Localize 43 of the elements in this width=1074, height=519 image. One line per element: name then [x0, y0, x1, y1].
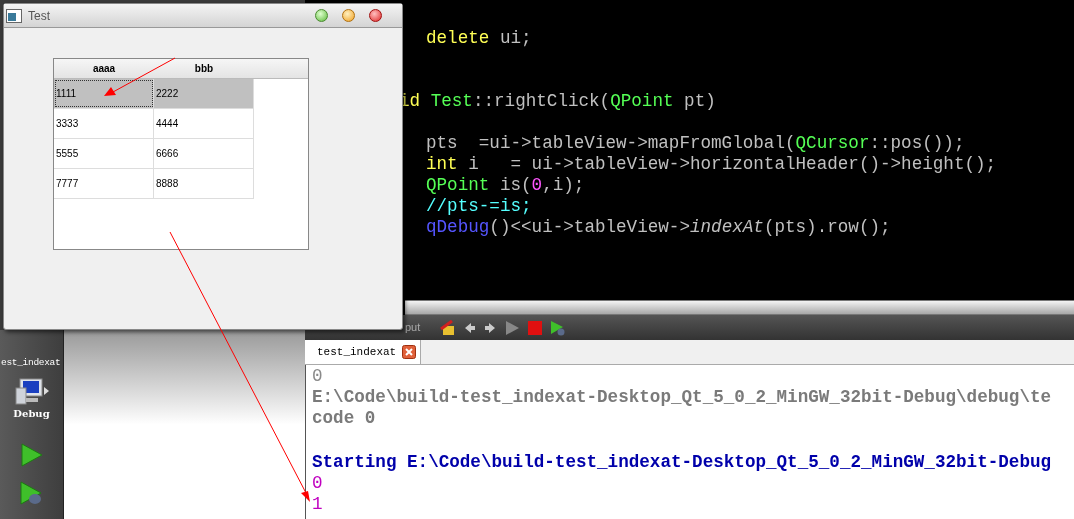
- run-icon[interactable]: [19, 443, 44, 468]
- output-line: 0: [312, 366, 324, 387]
- table-row[interactable]: 7777 8888: [54, 169, 254, 199]
- close-button[interactable]: [369, 9, 382, 22]
- arrow-right-icon[interactable]: [484, 321, 497, 334]
- table-cell: 3333: [54, 109, 154, 138]
- output-line: code 0: [312, 408, 377, 429]
- table-cell: 7777: [54, 169, 154, 198]
- column-header[interactable]: bbb: [154, 59, 254, 78]
- table-cell: 6666: [154, 139, 254, 168]
- window-icon: [6, 8, 22, 23]
- computer-icon[interactable]: [14, 376, 44, 407]
- code-line: pts =ui->tableView->mapFromGlobal(QCursor::pos());: [425, 133, 966, 154]
- code-line: QPoint is(0,i);: [425, 175, 586, 196]
- code-line: int i = ui->tableView->horizontalHeader()->height();: [425, 154, 998, 175]
- table-cell: 2222: [154, 79, 254, 108]
- code-line: //pts-=is;: [425, 196, 533, 217]
- table-cell: 5555: [54, 139, 154, 168]
- output-line: Starting E:\Code\build-test_indexat-Desktop_Qt_5_0_2_MinGW_32bit-Debug: [312, 452, 1053, 473]
- debug-run-icon[interactable]: [550, 319, 567, 336]
- toolbar-label: put: [405, 320, 421, 336]
- minimize-button[interactable]: [342, 9, 355, 22]
- close-icon[interactable]: [402, 345, 417, 359]
- splitter-bar[interactable]: [405, 300, 1074, 315]
- window-title: Test: [28, 7, 50, 25]
- column-header[interactable]: aaaa: [54, 59, 154, 78]
- table-row[interactable]: 5555 6666: [54, 139, 254, 169]
- arrow-left-icon[interactable]: [464, 321, 477, 334]
- output-line: E:\Code\build-test_indexat-Desktop_Qt_5_0_2_MinGW_32bit-Debug\debug\te: [312, 387, 1053, 408]
- build-config-label[interactable]: Debug: [13, 406, 50, 422]
- output-line: 1: [312, 494, 324, 515]
- maximize-button[interactable]: [315, 9, 328, 22]
- code-line: qDebug()<<ui->tableView->indexAt(pts).row();: [425, 217, 892, 238]
- code-line: delete ui;: [425, 28, 533, 49]
- play-icon[interactable]: [504, 319, 521, 336]
- table-cell: 8888: [154, 169, 254, 198]
- project-name[interactable]: est_indexat: [1, 356, 61, 371]
- table-cell: 4444: [154, 109, 254, 138]
- table-row[interactable]: 1111 2222: [54, 79, 254, 109]
- output-line: 0: [312, 473, 324, 494]
- output-tab[interactable]: test_indexat: [305, 340, 422, 364]
- table-row[interactable]: 3333 4444: [54, 109, 254, 139]
- clear-icon[interactable]: [440, 319, 457, 336]
